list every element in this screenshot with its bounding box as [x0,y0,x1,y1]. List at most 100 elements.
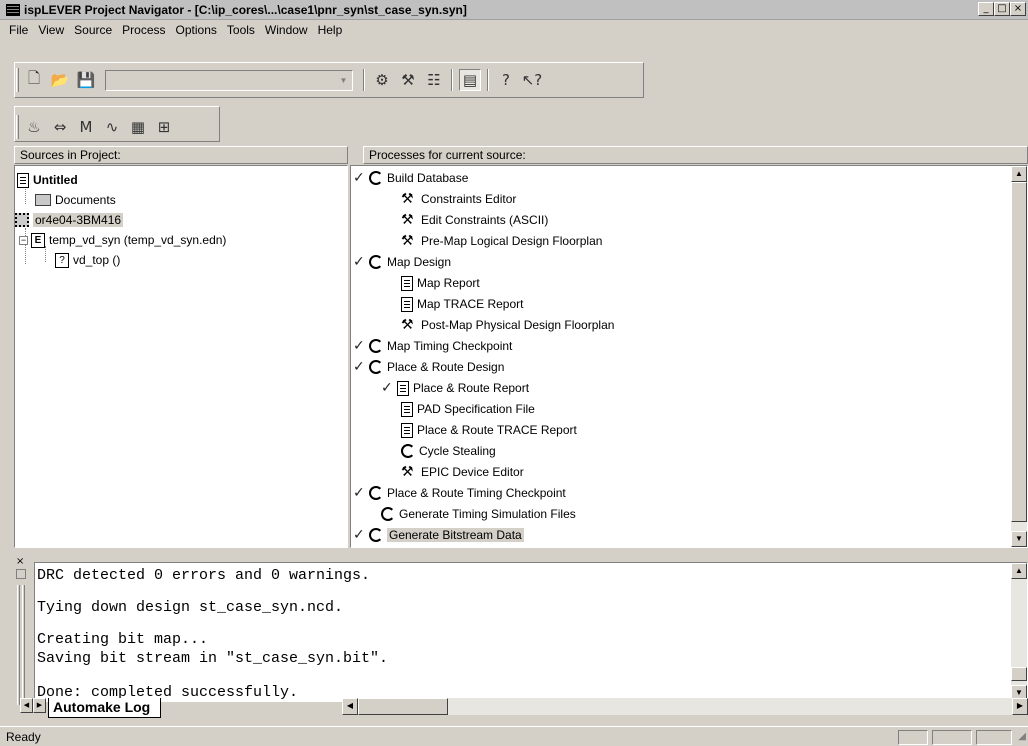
process-cycle-stealing[interactable]: Cycle Stealing [401,441,496,461]
process-run-icon[interactable]: ⚙ [371,69,393,91]
simulator-icon[interactable]: ∿ [101,116,123,138]
toolbar-grip[interactable] [16,68,19,92]
process-icon [369,171,383,185]
close-button[interactable]: × [1010,2,1026,16]
status-cell [898,730,928,745]
process-label: Edit Constraints (ASCII) [421,213,549,227]
app-icon [6,3,20,16]
resize-grip-icon[interactable]: ◢ [1018,731,1026,742]
menu-view[interactable]: View [33,23,69,37]
check-icon: ✓ [353,254,365,270]
process-constraints-editor[interactable]: ⚒ Constraints Editor [401,189,516,209]
source-combo[interactable]: ▼ [105,69,353,91]
report-icon [397,380,409,396]
process-pad-specification[interactable]: PAD Specification File [401,399,535,419]
check-icon: ✓ [353,527,365,543]
process-place-route-design[interactable]: ✓ Place & Route Design [353,357,504,377]
tool-icon: ⚒ [401,464,414,480]
log-window-icon[interactable]: ▤ [459,69,481,91]
help-icon[interactable]: ? [495,69,517,91]
open-folder-icon[interactable]: 📂 [49,69,71,91]
properties-icon[interactable]: ☷ [423,69,445,91]
process-build-database[interactable]: ✓ Build Database [353,168,468,188]
menu-source[interactable]: Source [69,23,117,37]
log-scrollbar[interactable]: ▲ ▼ [1011,563,1027,701]
title-bar: ispLEVER Project Navigator - [C:\ip_core… [0,0,1028,20]
tree-item-edn[interactable]: − E temp_vd_syn (temp_vd_syn.edn) [19,230,226,250]
restore-icon[interactable] [16,569,26,579]
process-generate-bitstream[interactable]: ✓ Generate Bitstream Data [353,525,524,545]
tree-item-label: Documents [55,193,116,207]
save-icon[interactable]: 💾 [75,69,97,91]
collapse-icon[interactable]: − [19,235,28,245]
process-label: Cycle Stealing [419,444,496,458]
tab-automake-log[interactable]: Automake Log [48,698,162,718]
process-pr-timing-checkpoint[interactable]: ✓ Place & Route Timing Checkpoint [353,483,566,503]
unknown-module-icon: ? [55,252,69,268]
process-postmap-floorplan[interactable]: ⚒ Post-Map Physical Design Floorplan [401,315,614,335]
process-place-route-report[interactable]: ✓ Place & Route Report [381,378,529,398]
menu-window[interactable]: Window [260,23,313,37]
menu-options[interactable]: Options [171,23,222,37]
check-icon: ✓ [381,380,393,396]
scroll-thumb[interactable] [1011,182,1027,522]
process-icon [369,528,383,542]
menu-tools[interactable]: Tools [222,23,260,37]
module-icon[interactable]: M [75,116,97,138]
process-icon [401,444,415,458]
menu-help[interactable]: Help [313,23,348,37]
scroll-up-icon[interactable]: ▲ [1011,166,1027,182]
process-map-timing-checkpoint[interactable]: ✓ Map Timing Checkpoint [353,336,512,356]
report-icon [401,275,413,291]
scroll-down-icon[interactable]: ▼ [1011,531,1027,547]
tree-item-project[interactable]: Untitled [17,170,78,190]
process-icon [381,507,395,521]
log-hscrollbar[interactable]: ◀ ▶ [342,698,1028,715]
tree-item-documents[interactable]: Documents [35,190,116,210]
toolbar-grip[interactable] [16,115,19,139]
scroll-right-icon[interactable]: ▶ [1012,698,1028,715]
sources-tree: Untitled Documents or4e04-3BM416 − E tem… [14,165,348,548]
processes-scrollbar[interactable]: ▲ ▼ [1011,166,1027,547]
maximize-button[interactable]: □ [994,2,1010,16]
chevron-down-icon[interactable]: ▼ [336,72,351,89]
process-label: Generate Timing Simulation Files [399,507,576,521]
log-line: DRC detected 0 errors and 0 warnings. [37,567,371,584]
process-premap-floorplan[interactable]: ⚒ Pre-Map Logical Design Floorplan [401,231,602,251]
process-label: Constraints Editor [421,192,517,206]
chip-viewer-icon[interactable]: ▦ [127,116,149,138]
scroll-thumb[interactable] [1011,667,1027,681]
timing-icon[interactable]: ⇔ [49,116,71,138]
process-label: Map TRACE Report [417,297,524,311]
synthesis-icon[interactable]: ♨ [23,116,45,138]
close-icon[interactable]: × [16,557,26,567]
floorplan-icon[interactable]: ⊞ [153,116,175,138]
menu-file[interactable]: File [4,23,33,37]
process-label: Generate Bitstream Data [387,528,524,542]
menu-process[interactable]: Process [117,23,170,37]
toolbar-separator [487,69,489,91]
tree-item-vd-top[interactable]: ? vd_top () [55,250,120,270]
scroll-up-icon[interactable]: ▲ [1011,563,1027,579]
process-place-route-trace[interactable]: Place & Route TRACE Report [401,420,577,440]
window-title: ispLEVER Project Navigator - [C:\ip_core… [24,2,467,17]
process-label: Build Database [387,171,469,185]
minimize-button[interactable]: _ [978,2,994,16]
process-map-trace-report[interactable]: Map TRACE Report [401,294,523,314]
process-map-report[interactable]: Map Report [401,273,480,293]
log-line: Tying down design st_case_syn.ncd. [37,599,344,616]
scroll-thumb[interactable] [358,698,448,715]
edif-file-icon: E [31,232,45,248]
tab-scroll-left-icon[interactable]: ◀ [20,698,33,713]
automake-log[interactable]: DRC detected 0 errors and 0 warnings. Ty… [34,562,1028,702]
scroll-left-icon[interactable]: ◀ [342,698,358,715]
context-help-icon[interactable]: ↖? [521,69,543,91]
clear-icon[interactable]: ⚒ [397,69,419,91]
tab-scroll-right-icon[interactable]: ▶ [33,698,46,713]
process-epic-editor[interactable]: ⚒ EPIC Device Editor [401,462,524,482]
new-file-icon[interactable]: 🗋 [23,69,45,91]
tree-item-device[interactable]: or4e04-3BM416 [15,210,124,230]
process-edit-constraints[interactable]: ⚒ Edit Constraints (ASCII) [401,210,548,230]
process-generate-timing-sim[interactable]: Generate Timing Simulation Files [381,504,576,524]
process-map-design[interactable]: ✓ Map Design [353,252,451,272]
